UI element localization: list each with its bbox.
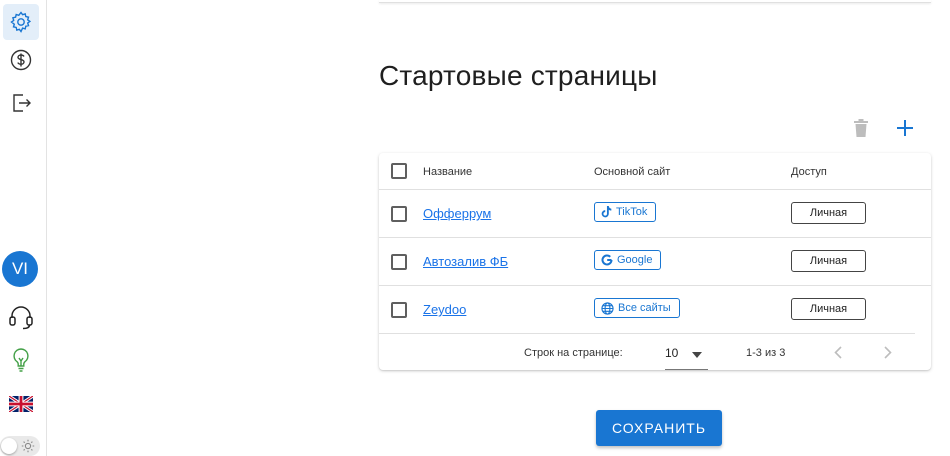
column-header-site[interactable]: Основной сайт [594, 166, 670, 178]
sidebar: VI [0, 0, 47, 456]
table-header: Название Основной сайт Доступ [379, 153, 931, 190]
chevron-right-icon [884, 345, 892, 359]
table-row: Автозалив ФБ Google Личная [379, 238, 931, 286]
access-badge[interactable]: Личная [791, 298, 866, 320]
site-chip-label: Все сайты [618, 302, 671, 314]
start-pages-table: Название Основной сайт Доступ Офферрум T… [379, 153, 931, 370]
gear-icon [10, 11, 32, 33]
theme-toggle[interactable] [0, 436, 40, 456]
sun-icon [21, 439, 35, 453]
row-checkbox[interactable] [391, 254, 407, 270]
column-header-access[interactable]: Доступ [791, 166, 827, 178]
logout-button[interactable] [3, 85, 39, 121]
avatar[interactable]: VI [2, 251, 38, 287]
lightbulb-icon [13, 348, 29, 372]
settings-button[interactable] [3, 4, 39, 40]
site-chip[interactable]: TikTok [594, 202, 657, 222]
table-row: Офферрум TikTok Личная [379, 190, 931, 238]
uk-flag-icon [9, 396, 33, 412]
row-checkbox[interactable] [391, 302, 407, 318]
chevron-left-icon [834, 345, 842, 359]
save-button[interactable]: СОХРАНИТЬ [596, 410, 722, 446]
select-all-checkbox[interactable] [391, 163, 407, 179]
page-name-link[interactable]: Zeydoo [423, 302, 466, 317]
page-name-link[interactable]: Автозалив ФБ [423, 254, 508, 269]
toggle-knob [1, 438, 17, 454]
row-checkbox[interactable] [391, 206, 407, 222]
dollar-icon [10, 49, 32, 71]
page-name-link[interactable]: Офферрум [423, 206, 491, 221]
trash-icon [854, 119, 868, 137]
previous-section-card [379, 0, 931, 3]
page-title: Стартовые страницы [379, 60, 658, 91]
google-icon [601, 254, 613, 266]
access-badge[interactable]: Личная [791, 250, 866, 272]
table-row: Zeydoo Все сайты Личная [379, 286, 931, 333]
logout-icon [13, 94, 31, 112]
pagination-range: 1-3 из 3 [746, 347, 786, 359]
language-button[interactable] [3, 386, 39, 422]
plus-icon [897, 120, 913, 136]
table-footer-divider [379, 333, 915, 334]
prev-page-button[interactable] [828, 342, 848, 362]
next-page-button[interactable] [878, 342, 898, 362]
rows-per-page-label: Строк на странице: [524, 347, 623, 359]
headset-icon [9, 306, 33, 330]
delete-button[interactable] [850, 117, 872, 139]
site-chip-label: TikTok [616, 206, 648, 218]
access-badge[interactable]: Личная [791, 202, 866, 224]
site-chip-label: Google [617, 254, 653, 266]
add-button[interactable] [893, 116, 917, 140]
column-header-name[interactable]: Название [423, 166, 472, 178]
support-button[interactable] [3, 299, 39, 335]
globe-icon [601, 301, 614, 315]
ideas-button[interactable] [3, 342, 39, 378]
site-chip[interactable]: Google [594, 250, 662, 270]
rows-per-page-select[interactable]: 10 [665, 343, 708, 370]
site-chip[interactable]: Все сайты [594, 298, 680, 318]
rows-per-page-value: 10 [665, 346, 679, 360]
tiktok-icon [601, 206, 612, 218]
chevron-down-icon [692, 352, 702, 358]
billing-button[interactable] [3, 42, 39, 78]
